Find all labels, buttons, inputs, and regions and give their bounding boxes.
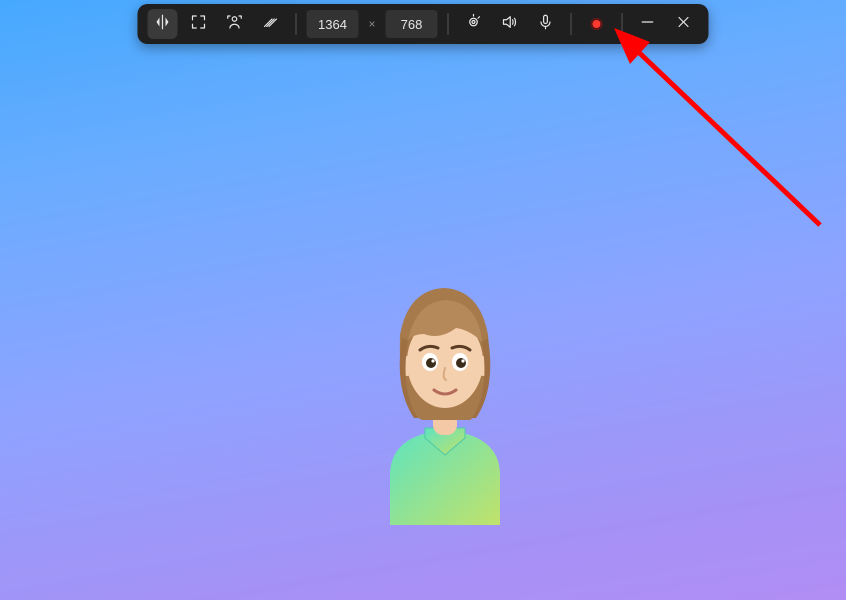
effects-button[interactable]: [255, 9, 285, 39]
toolbar-divider: [571, 13, 572, 35]
camera-toolbar: ×: [137, 4, 708, 44]
camera-button[interactable]: [459, 9, 489, 39]
dimension-multiply-icon: ×: [364, 17, 379, 31]
height-input[interactable]: [386, 10, 438, 38]
toolbar-divider: [622, 13, 623, 35]
camera-preview-stage: ×: [0, 0, 846, 600]
record-button[interactable]: [582, 9, 612, 39]
annotation-arrow: [600, 20, 830, 235]
mirror-button[interactable]: [147, 9, 177, 39]
mirror-icon: [153, 13, 171, 36]
effects-icon: [261, 13, 279, 36]
camera-icon: [465, 13, 483, 36]
person-crop-button[interactable]: [219, 9, 249, 39]
fullscreen-button[interactable]: [183, 9, 213, 39]
close-button[interactable]: [669, 9, 699, 39]
minimize-button[interactable]: [633, 9, 663, 39]
fullscreen-icon: [189, 13, 207, 36]
avatar-preview: [370, 280, 520, 525]
toolbar-divider: [295, 13, 296, 35]
toolbar-divider: [448, 13, 449, 35]
speaker-button[interactable]: [495, 9, 525, 39]
width-input[interactable]: [306, 10, 358, 38]
minimize-icon: [639, 13, 657, 36]
microphone-button[interactable]: [531, 9, 561, 39]
person-crop-icon: [225, 13, 243, 36]
close-icon: [675, 13, 693, 36]
speaker-icon: [501, 13, 519, 36]
microphone-icon: [537, 13, 555, 36]
record-icon: [591, 18, 603, 30]
